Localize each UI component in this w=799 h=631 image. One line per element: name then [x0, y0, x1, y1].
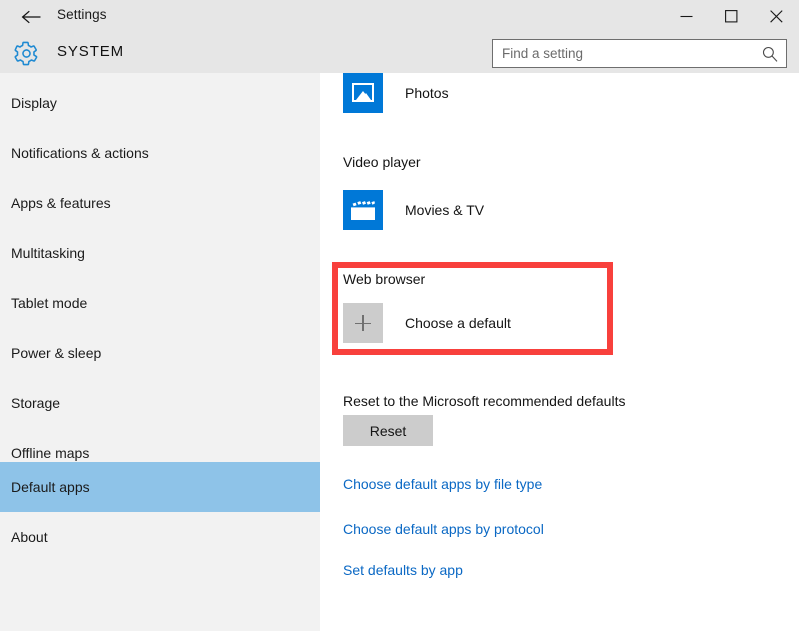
default-app-photo-viewer[interactable]: Photos	[343, 73, 449, 113]
sidebar-item-power-sleep[interactable]: Power & sleep	[0, 328, 320, 378]
sidebar-item-label: Notifications & actions	[11, 145, 149, 161]
sidebar-item-label: Multitasking	[11, 245, 85, 261]
default-app-label: Choose a default	[405, 315, 511, 331]
default-app-web-browser[interactable]: Choose a default	[343, 303, 511, 343]
default-app-label: Photos	[405, 85, 449, 101]
plus-icon[interactable]	[343, 303, 383, 343]
sidebar-item-storage[interactable]: Storage	[0, 378, 320, 428]
sidebar-item-label: About	[11, 529, 48, 545]
sidebar-item-label: Apps & features	[11, 195, 111, 211]
default-app-video-player[interactable]: Movies & TV	[343, 190, 484, 230]
settings-window: Settings SYSTEM Find a setting Display N…	[0, 0, 799, 631]
photos-icon	[343, 73, 383, 113]
sidebar-item-label: Power & sleep	[11, 345, 102, 361]
minimize-icon	[680, 11, 693, 22]
search-box[interactable]	[492, 39, 787, 68]
settings-header: SYSTEM	[0, 33, 799, 73]
back-arrow-icon	[21, 9, 42, 25]
sidebar-item-default-apps[interactable]: Default apps	[0, 462, 320, 512]
minimize-button[interactable]	[664, 0, 709, 33]
sidebar-item-label: Tablet mode	[11, 295, 88, 311]
link-set-defaults-by-app[interactable]: Set defaults by app	[343, 562, 463, 578]
section-heading-web-browser: Web browser	[343, 271, 426, 287]
default-apps-panel: Photos Video player Movies & TV Web brow…	[320, 73, 799, 631]
section-heading-video-player: Video player	[343, 154, 421, 170]
default-app-label: Movies & TV	[405, 202, 485, 218]
sidebar-item-about[interactable]: About	[0, 512, 320, 562]
sidebar-item-label: Offline maps	[11, 445, 90, 461]
close-button[interactable]	[754, 0, 799, 33]
back-button[interactable]	[12, 3, 50, 31]
link-choose-default-apps-by-protocol[interactable]: Choose default apps by protocol	[343, 521, 544, 537]
window-title: Settings	[57, 7, 107, 22]
search-input[interactable]	[493, 40, 755, 67]
gear-icon	[10, 37, 42, 69]
sidebar-item-display[interactable]: Display	[0, 78, 320, 128]
sidebar-item-tablet-mode[interactable]: Tablet mode	[0, 278, 320, 328]
movies-tv-icon	[343, 190, 383, 230]
link-choose-default-apps-by-file-type[interactable]: Choose default apps by file type	[343, 476, 542, 492]
maximize-icon	[725, 10, 738, 23]
sidebar-item-apps-features[interactable]: Apps & features	[0, 178, 320, 228]
search-icon[interactable]	[761, 45, 778, 62]
maximize-button[interactable]	[709, 0, 754, 33]
reset-heading: Reset to the Microsoft recommended defau…	[343, 393, 626, 409]
sidebar-item-multitasking[interactable]: Multitasking	[0, 228, 320, 278]
reset-button[interactable]: Reset	[343, 415, 433, 446]
settings-sidebar: Display Notifications & actions Apps & f…	[0, 73, 320, 631]
sidebar-item-notifications-actions[interactable]: Notifications & actions	[0, 128, 320, 178]
sidebar-item-label: Display	[11, 95, 57, 111]
sidebar-item-label: Default apps	[11, 479, 90, 495]
window-controls	[664, 0, 799, 33]
close-icon	[770, 10, 783, 23]
sidebar-item-label: Storage	[11, 395, 61, 411]
page-title: SYSTEM	[57, 43, 125, 60]
title-bar: Settings	[0, 0, 799, 33]
